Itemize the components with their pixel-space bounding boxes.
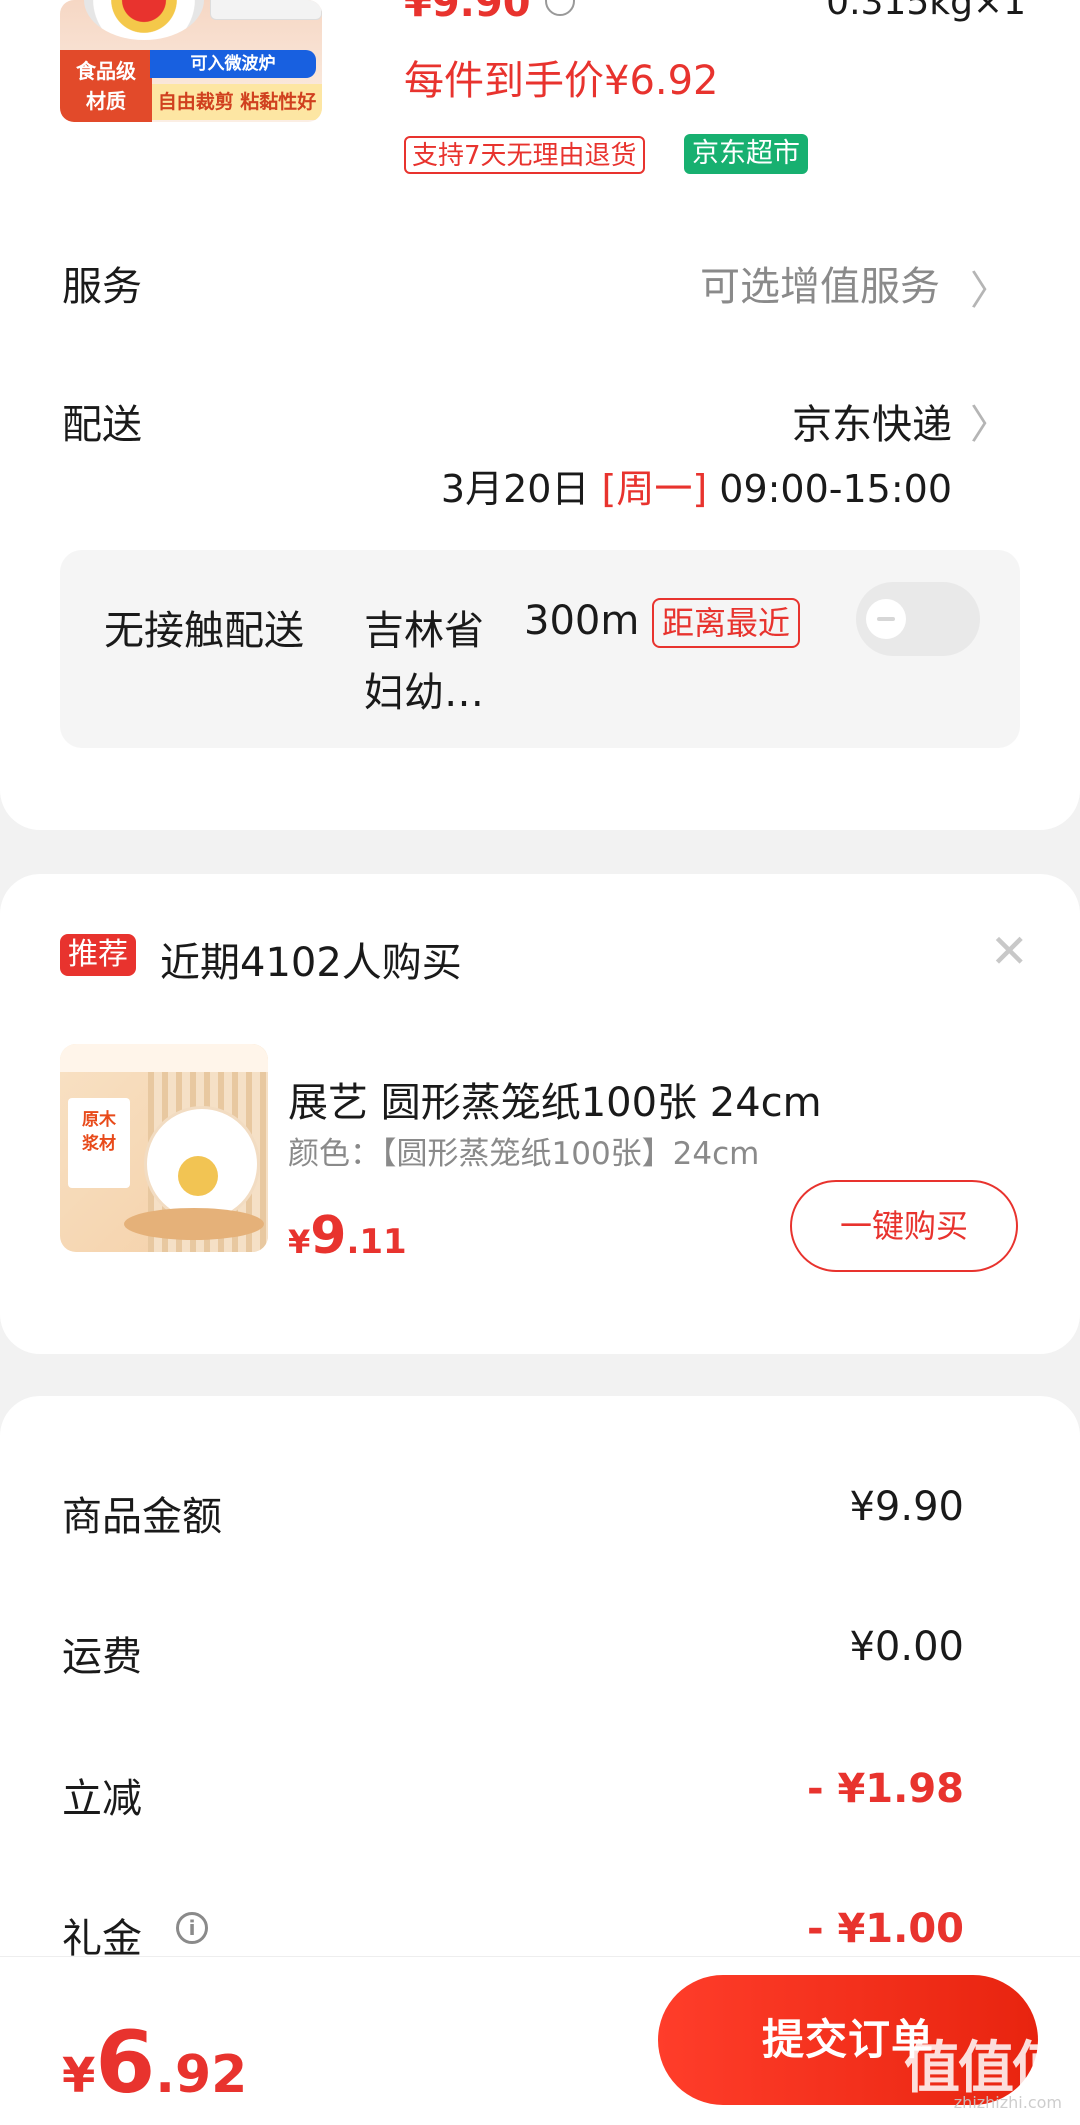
total-integer: 6 xyxy=(95,2013,156,2113)
close-icon[interactable]: ✕ xyxy=(990,928,1029,974)
product-thumbnail[interactable]: 食品级 材质 可入微波炉 自由裁剪 粘黏性好 xyxy=(60,0,322,122)
food-plate-image xyxy=(84,0,204,40)
delivery-date: 3月20日 xyxy=(440,467,590,511)
checkout-bar: ¥6.92 提交订单 值值值 zhizhizhi.com xyxy=(0,1956,1080,2125)
pickup-location: 吉林省 xyxy=(364,608,484,654)
delivery-carrier[interactable]: 京东快递 xyxy=(792,392,952,450)
watermark-url: zhizhizhi.com xyxy=(953,2093,1062,2112)
price-decimal: .11 xyxy=(346,1222,407,1262)
contactless-delivery-panel: 无接触配送 吉林省 300m 距离最近 妇幼… xyxy=(60,550,1020,748)
image-header xyxy=(60,1044,268,1072)
pickup-distance: 300m xyxy=(524,598,640,644)
goods-amount-label: 商品金额 xyxy=(62,1494,222,1540)
image-badge: 原木 浆材 xyxy=(68,1098,130,1188)
total-price: ¥6.92 xyxy=(62,2013,247,2113)
watermark-logo: 值值值 xyxy=(904,2036,1068,2101)
contactless-label: 无接触配送 xyxy=(104,608,304,654)
recommend-product-image[interactable]: 原木 浆材 xyxy=(60,1044,268,1252)
pickup-location-detail: 妇幼… xyxy=(364,670,484,716)
price-integer: 9 xyxy=(310,1206,347,1266)
food-grade-badge: 食品级 材质 xyxy=(60,50,152,122)
wrap-roll-image xyxy=(210,0,322,20)
cut-badge: 自由裁剪 粘黏性好 xyxy=(152,84,322,120)
total-decimal: .92 xyxy=(155,2045,248,2105)
goods-amount-value: ¥9.90 xyxy=(849,1484,964,1530)
microwave-badge: 可入微波炉 xyxy=(150,50,316,78)
toggle-knob xyxy=(866,599,906,639)
order-card: 食品级 材质 可入微波炉 自由裁剪 粘黏性好 ¥9.90 0.315kg×1 每… xyxy=(0,0,1080,830)
product-price: ¥9.90 xyxy=(404,0,531,26)
total-currency: ¥ xyxy=(62,2048,96,2104)
recommend-product-name[interactable]: 展艺 圆形蒸笼纸100张 24cm xyxy=(288,1070,822,1128)
contactless-toggle[interactable] xyxy=(856,582,980,656)
nearest-tag: 距离最近 xyxy=(652,598,801,648)
delivery-window: 09:00-15:00 xyxy=(719,467,952,511)
price-currency: ¥ xyxy=(288,1223,311,1261)
discount-value: - ¥1.98 xyxy=(806,1766,964,1812)
chevron-right-icon[interactable]: 〉 xyxy=(970,258,1010,316)
info-icon[interactable]: i xyxy=(176,1912,208,1944)
discount-label: 立减 xyxy=(62,1776,142,1822)
price-info-icon[interactable] xyxy=(545,0,575,16)
service-value[interactable]: 可选增值服务 xyxy=(700,254,940,312)
recommend-title: 近期4102人购买 xyxy=(160,940,462,986)
one-click-buy-button[interactable]: 一键购买 xyxy=(790,1180,1018,1272)
bun-image xyxy=(178,1156,218,1196)
recommend-product-price: ¥9.11 xyxy=(288,1206,407,1266)
shipping-value: ¥0.00 xyxy=(849,1624,964,1670)
shipping-label: 运费 xyxy=(62,1634,142,1680)
recommend-product-spec: 颜色：【圆形蒸笼纸100张】24cm xyxy=(288,1136,760,1172)
delivery-label: 配送 xyxy=(62,402,142,448)
chevron-right-icon[interactable]: 〉 xyxy=(970,392,1010,450)
jd-supermarket-tag: 京东超市 xyxy=(684,134,808,174)
recommend-tag: 推荐 xyxy=(60,934,136,976)
service-label: 服务 xyxy=(62,264,142,310)
return-policy-tag: 支持7天无理由退货 xyxy=(404,136,645,174)
stand-image xyxy=(124,1208,264,1240)
gift-value: - ¥1.00 xyxy=(806,1906,964,1952)
product-weight: 0.315kg×1 xyxy=(826,0,1026,23)
delivery-weekday: [周一] xyxy=(601,467,708,511)
unit-price: 每件到手价¥6.92 xyxy=(404,58,719,104)
delivery-time[interactable]: 3月20日 [周一] 09:00-15:00 xyxy=(441,458,952,513)
